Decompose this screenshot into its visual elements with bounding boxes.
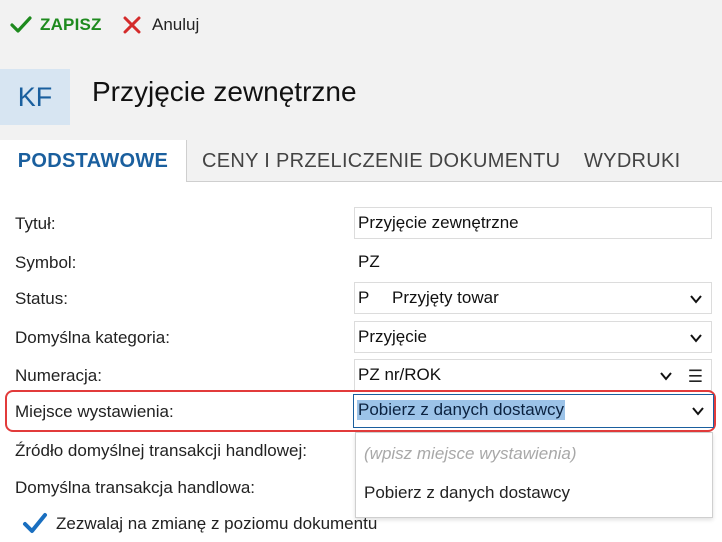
chevron-down-icon [692, 407, 704, 416]
numbering-label: Numeracja: [15, 366, 102, 385]
checkbox-label: Zezwalaj na zmianę z poziomu dokumentu [56, 514, 378, 533]
category-select[interactable]: Przyjęcie [354, 321, 712, 353]
cancel-button[interactable]: Anuluj [122, 12, 199, 38]
page-header: KF Przyjęcie zewnętrzne [0, 52, 722, 140]
title-field[interactable]: Przyjęcie zewnętrzne [354, 207, 712, 239]
save-button-label: ZAPISZ [40, 15, 102, 34]
status-code: P [358, 288, 370, 307]
issue-place-select[interactable]: Pobierz z danych dostawcy [353, 394, 714, 428]
page-title: Przyjęcie zewnętrzne [92, 76, 357, 107]
symbol-field: PZ [354, 246, 712, 278]
category-label: Domyślna kategoria: [15, 328, 170, 347]
tab-ceny[interactable]: CENY I PRZELICZENIE DOKUMENTU [202, 140, 560, 182]
dropdown-option[interactable]: Pobierz z danych dostawcy [364, 483, 570, 503]
toolbar: ZAPISZ Anuluj [0, 0, 722, 52]
menu-icon[interactable]: ☰ [688, 367, 703, 387]
title-value: Przyjęcie zewnętrzne [358, 213, 519, 232]
transaction-source-label: Źródło domyślnej transakcji handlowej: [15, 441, 307, 460]
checkbox-icon[interactable] [22, 511, 48, 537]
document-type-badge: KF [0, 69, 70, 125]
status-select[interactable]: P Przyjęty towar [354, 282, 712, 314]
chevron-down-icon [690, 295, 702, 304]
close-icon [123, 16, 141, 34]
cancel-button-label: Anuluj [152, 15, 200, 34]
save-button[interactable]: ZAPISZ [10, 12, 102, 38]
category-value: Przyjęcie [358, 327, 427, 346]
tab-podstawowe[interactable]: PODSTAWOWE [0, 140, 187, 182]
issue-place-dropdown: (wpisz miejsce wystawienia) Pobierz z da… [355, 432, 713, 518]
symbol-label: Symbol: [15, 253, 77, 272]
title-label: Tytuł: [15, 214, 56, 233]
symbol-value: PZ [358, 252, 380, 271]
chevron-down-icon[interactable] [659, 369, 673, 383]
default-transaction-label: Domyślna transakcja handlowa: [15, 478, 256, 497]
status-label: Status: [15, 289, 68, 308]
tab-wydruki[interactable]: WYDRUKI [584, 140, 681, 182]
checkmark-icon [10, 16, 32, 33]
numbering-select[interactable]: PZ nr/ROK ☰ [354, 359, 712, 391]
dropdown-placeholder[interactable]: (wpisz miejsce wystawienia) [364, 444, 577, 464]
issue-place-label: Miejsce wystawienia: [15, 402, 174, 421]
numbering-value: PZ nr/ROK [358, 365, 442, 384]
issue-place-value: Pobierz z danych dostawcy [357, 400, 565, 420]
status-value: Przyjęty towar [392, 288, 499, 307]
tab-bar: PODSTAWOWE CENY I PRZELICZENIE DOKUMENTU… [0, 140, 722, 182]
chevron-down-icon [690, 334, 702, 343]
